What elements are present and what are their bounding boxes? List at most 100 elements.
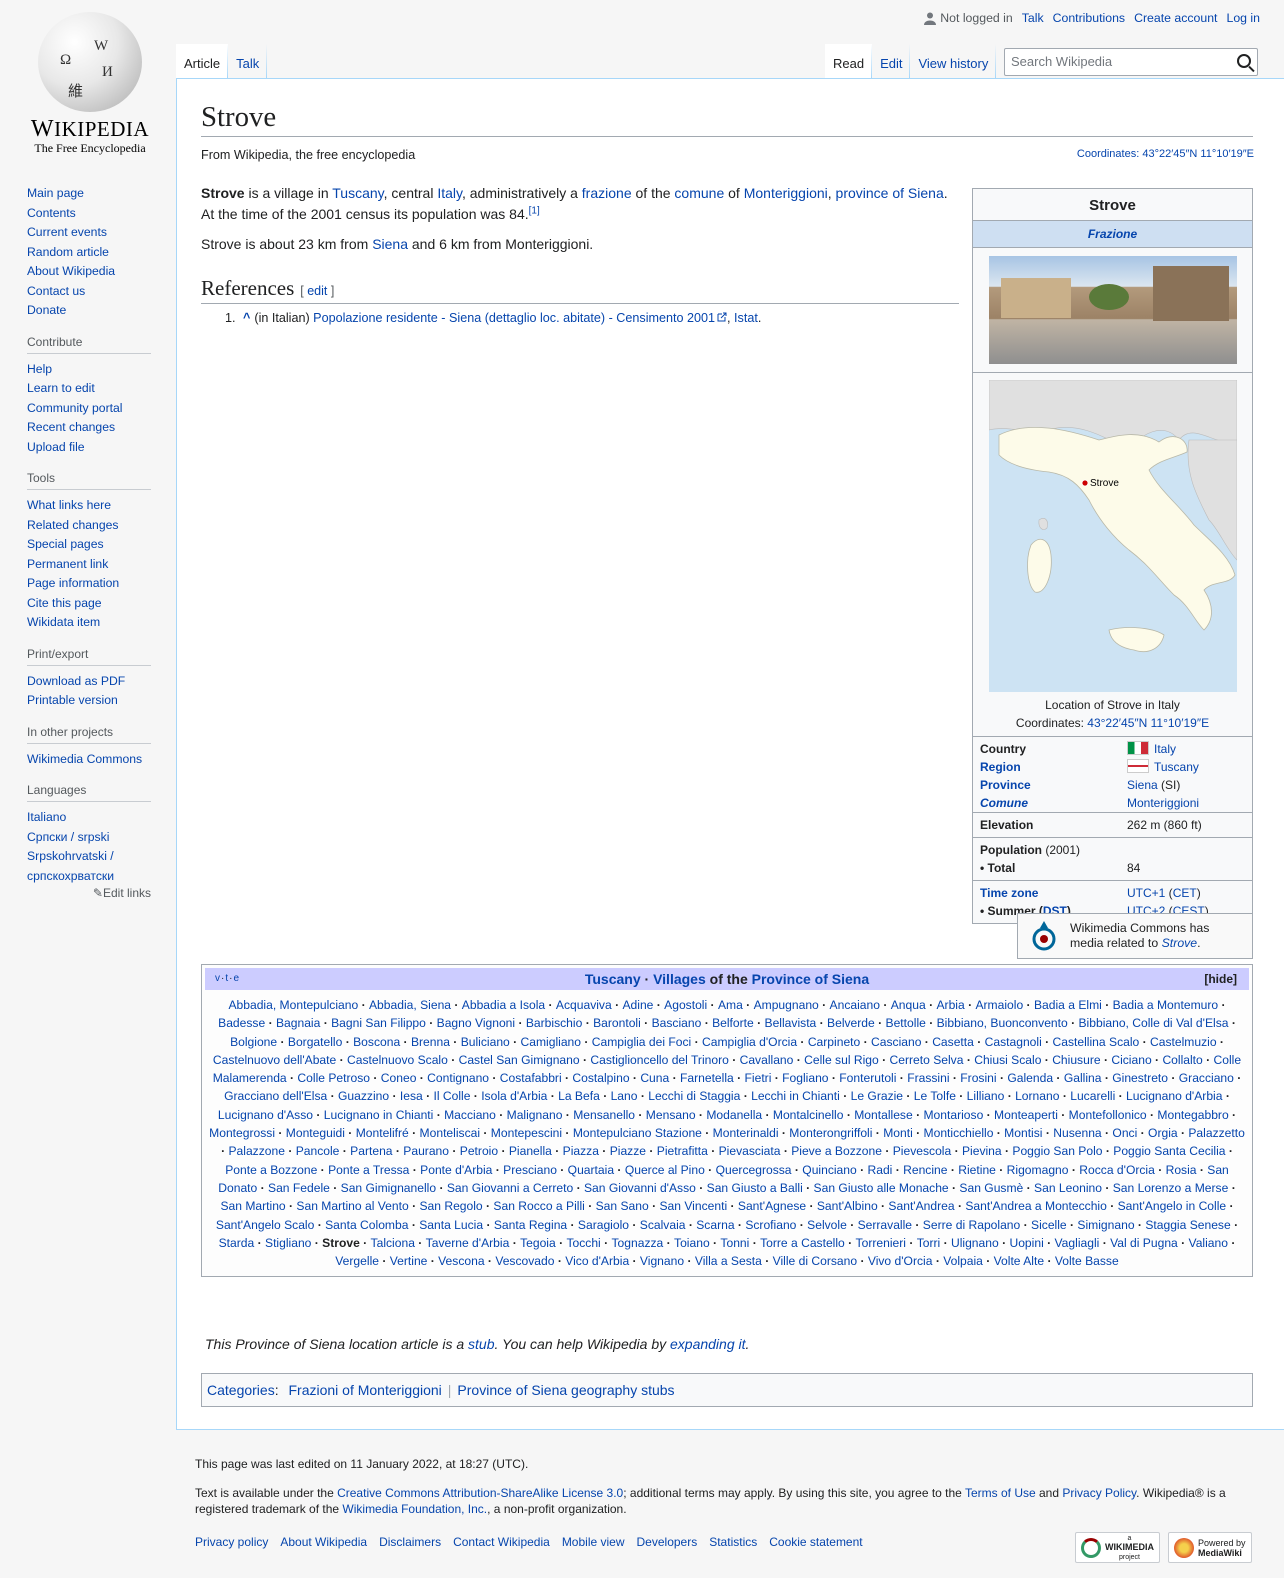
navbox-village-link[interactable]: Poggio San Polo (1012, 1144, 1102, 1158)
ref-backlink[interactable]: ^ (243, 311, 250, 325)
navbox-village-link[interactable]: Contignano (427, 1071, 489, 1085)
navbox-village-link[interactable]: Saragiolo (578, 1218, 629, 1232)
country-link[interactable]: Italy (1154, 742, 1176, 756)
navbox-village-link[interactable]: Brenna (411, 1035, 450, 1049)
navbox-village-link[interactable]: Bibbiano, Colle di Val d'Elsa (1078, 1016, 1228, 1030)
navbox-village-link[interactable]: Boscona (353, 1035, 400, 1049)
navbox-village-link[interactable]: Celle sul Rigo (804, 1053, 879, 1067)
navbox-village-link[interactable]: Poggio Santa Cecilia (1113, 1144, 1225, 1158)
navbox-village-link[interactable]: Castel San Gimignano (459, 1053, 580, 1067)
navbox-village-link[interactable]: Arbia (936, 998, 964, 1012)
license-link[interactable]: Creative Commons Attribution-ShareAlike … (337, 1486, 623, 1500)
wikipedia-logo[interactable]: Ω W И 維 Wikipedia The Free Encyclopedia (20, 12, 160, 156)
navbox-village-link[interactable]: Villa a Sesta (695, 1254, 762, 1268)
sidebar-item-label[interactable]: Cite this page (27, 594, 151, 614)
wikimedia-foundation-link[interactable]: Wikimedia Foundation, Inc. (342, 1502, 487, 1516)
navbox-village-link[interactable]: Bagni San Filippo (331, 1016, 426, 1030)
sidebar-item-main-page[interactable]: Main page (27, 184, 151, 204)
navbox-village-link[interactable]: Lucignano in Chianti (324, 1108, 434, 1122)
navbox-village-link[interactable]: Sant'Agnese (738, 1199, 806, 1213)
sidebar-item-contact-us[interactable]: Contact us (27, 282, 151, 302)
navbox-village-link[interactable]: Chiusi Scalo (974, 1053, 1041, 1067)
navbox-village-link[interactable]: Tonni (720, 1236, 749, 1250)
sidebar-item-printable-version[interactable]: Printable version (27, 691, 151, 711)
sidebar-item-label[interactable]: Italiano (27, 808, 151, 828)
sidebar-item-label[interactable]: Current events (27, 223, 151, 243)
navbox-village-link[interactable]: San Giovanni a Cerreto (447, 1181, 573, 1195)
navbox-village-link[interactable]: Lucignano d'Arbia (1126, 1089, 1222, 1103)
navbox-village-link[interactable]: Torrenieri (856, 1236, 906, 1250)
navbox-village-link[interactable]: Volte Basse (1055, 1254, 1119, 1268)
navbox-village-link[interactable]: Badia a Montemuro (1113, 998, 1219, 1012)
navbox-village-link[interactable]: Chiusure (1052, 1053, 1100, 1067)
navbox-village-link[interactable]: Serre di Rapolano (923, 1218, 1020, 1232)
sidebar-item-what-links-here[interactable]: What links here (27, 496, 151, 516)
category-item[interactable]: Province of Siena geography stubs (457, 1382, 674, 1398)
navbox-village-link[interactable]: Sant'Angelo in Colle (1118, 1199, 1227, 1213)
navbox-village-link[interactable]: Monticchiello (924, 1126, 994, 1140)
navbox-village-link[interactable]: Bellavista (765, 1016, 817, 1030)
navbox-village-link[interactable]: Cuna (640, 1071, 669, 1085)
navbox-village-link[interactable]: Galenda (1007, 1071, 1053, 1085)
navbox-village-link[interactable]: Lecchi in Chianti (751, 1089, 840, 1103)
navbox-village-link[interactable]: Montalcinello (773, 1108, 844, 1122)
navbox-village-link[interactable]: Lano (611, 1089, 638, 1103)
navbox-village-link[interactable]: Torri (917, 1236, 941, 1250)
navbox-village-link[interactable]: San Fedele (268, 1181, 330, 1195)
navbox-village-link[interactable]: Simignano (1077, 1218, 1134, 1232)
search-icon[interactable] (1237, 54, 1251, 68)
footer-link-about-wikipedia[interactable]: About Wikipedia (280, 1534, 367, 1551)
navbox-village-link[interactable]: Bolgione (230, 1035, 277, 1049)
navbox-village-link[interactable]: Acquaviva (556, 998, 612, 1012)
navbox-village-link[interactable]: Montegabbro (1157, 1108, 1228, 1122)
navbox-village-link[interactable]: Piazza (563, 1144, 599, 1158)
region-label-link[interactable]: Region (980, 760, 1021, 774)
navbox-village-link[interactable]: Quercegrossa (716, 1163, 792, 1177)
navbox-village-link[interactable]: Ancaiano (830, 998, 880, 1012)
timezone-label-link[interactable]: Time zone (980, 886, 1038, 900)
infobox-coordinates-link[interactable]: 43°22′45″N 11°10′19″E (1087, 716, 1209, 730)
navbox-village-link[interactable]: Scalvaia (640, 1218, 686, 1232)
navbox-title-villages[interactable]: Villages (653, 971, 706, 987)
navbox-village-link[interactable]: Valiano (1189, 1236, 1228, 1250)
sidebar-item-learn-to-edit[interactable]: Learn to edit (27, 379, 151, 399)
footer-link-cookie-statement[interactable]: Cookie statement (769, 1534, 862, 1551)
navbox-village-link[interactable]: Gracciano (1179, 1071, 1234, 1085)
navbox-village-link[interactable]: Le Grazie (851, 1089, 903, 1103)
navbox-village-link[interactable]: Collalto (1162, 1053, 1202, 1067)
sidebar-item-label[interactable]: Upload file (27, 438, 151, 458)
stub-link[interactable]: stub (468, 1336, 494, 1352)
navbox-village-link[interactable]: Montepulciano Stazione (573, 1126, 702, 1140)
navbox-village-link[interactable]: Borgatello (288, 1035, 342, 1049)
coordinates-link[interactable]: 43°22′45″N 11°10′19″E (1142, 148, 1254, 160)
navbox-village-link[interactable]: Ampugnano (754, 998, 819, 1012)
sidebar-item-label[interactable]: Community portal (27, 399, 151, 419)
province-link[interactable]: Siena (1127, 778, 1158, 792)
navbox-village-link[interactable]: Badesse (218, 1016, 265, 1030)
navbox-village-link[interactable]: Sant'Andrea a Montecchio (965, 1199, 1106, 1213)
navbox-village-link[interactable]: Monteguidi (286, 1126, 345, 1140)
navbox-village-link[interactable]: Lornano (1015, 1089, 1059, 1103)
navbox-village-link[interactable]: Montarioso (923, 1108, 983, 1122)
navbox-village-link[interactable]: San Rocco a Pilli (493, 1199, 584, 1213)
navbox-village-link[interactable]: Montegrossi (209, 1126, 275, 1140)
navbox-village-link[interactable]: Rietine (958, 1163, 996, 1177)
navbox-hide-toggle[interactable]: [hide] (1204, 972, 1237, 986)
navbox-village-link[interactable]: Montefollonico (1069, 1108, 1147, 1122)
navbox-village-link[interactable]: Pietrafitta (657, 1144, 708, 1158)
navbox-village-link[interactable]: Ginestreto (1112, 1071, 1168, 1085)
navbox-village-link[interactable]: Anqua (891, 998, 926, 1012)
navbox-village-link[interactable]: Torre a Castello (760, 1236, 845, 1250)
navbox-village-link[interactable]: Ulignano (951, 1236, 999, 1250)
navbox-village-link[interactable]: Gracciano dell'Elsa (224, 1089, 327, 1103)
footer-link-disclaimers[interactable]: Disclaimers (379, 1534, 441, 1551)
navbox-village-link[interactable]: Tegoia (520, 1236, 556, 1250)
sidebar-item-cite-this-page[interactable]: Cite this page (27, 594, 151, 614)
navbox-village-link[interactable]: San Giovanni d'Asso (584, 1181, 696, 1195)
navbox-village-link[interactable]: Barontoli (593, 1016, 641, 1030)
navbox-village-link[interactable]: Sicelle (1031, 1218, 1067, 1232)
sidebar-item-related-changes[interactable]: Related changes (27, 516, 151, 536)
navbox-village-link[interactable]: Rosia (1166, 1163, 1197, 1177)
navbox-village-link[interactable]: Ponte d'Arbia (420, 1163, 492, 1177)
ref-istat-link[interactable]: Istat (734, 311, 758, 325)
